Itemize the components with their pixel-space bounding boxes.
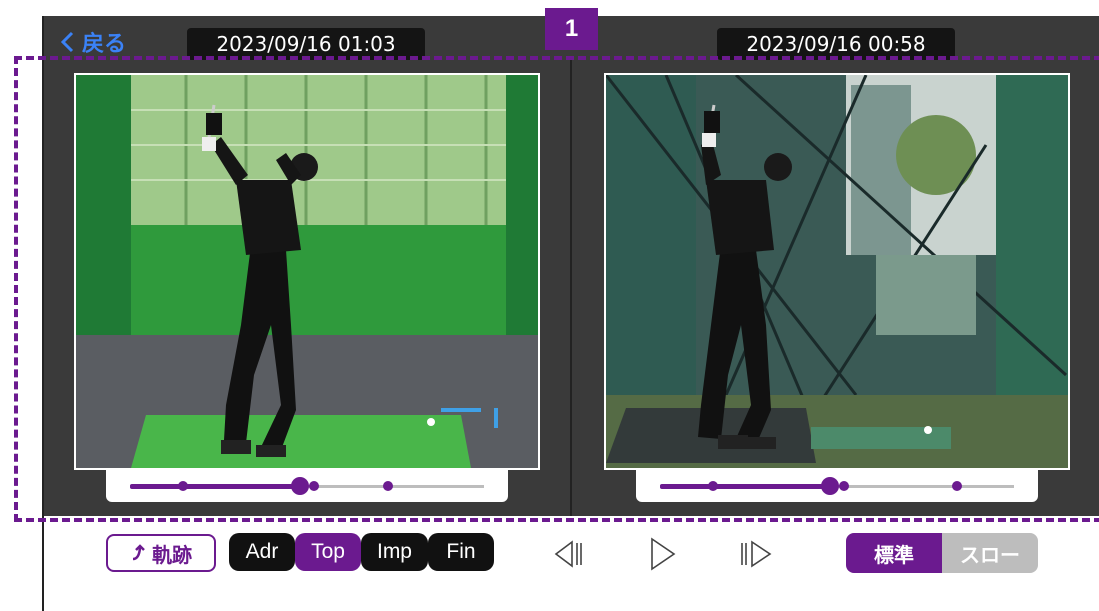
- trajectory-arrow-icon: [132, 544, 145, 561]
- back-label: 戻る: [82, 32, 127, 57]
- annotation-badge: 1: [545, 8, 598, 50]
- timeline-slider-right[interactable]: [636, 470, 1038, 502]
- trajectory-label: 軌跡: [152, 542, 192, 567]
- play-icon[interactable]: [646, 534, 678, 574]
- slider-thumb[interactable]: [820, 477, 839, 495]
- playback-speed-selector: 標準 スロー: [846, 533, 1038, 573]
- phase-button-adr[interactable]: Adr: [229, 533, 295, 571]
- step-forward-icon[interactable]: [738, 534, 778, 574]
- golf-swing-video-indoor: [76, 75, 538, 468]
- chevron-left-icon: [60, 31, 74, 53]
- slider-thumb[interactable]: [290, 477, 309, 495]
- timestamp-right: 2023/09/16 00:58: [717, 28, 955, 60]
- video-right[interactable]: [604, 73, 1070, 470]
- swing-phase-selector: Adr Top Imp Fin: [229, 533, 494, 571]
- slider-marker[interactable]: [383, 481, 394, 491]
- phase-button-fin[interactable]: Fin: [428, 533, 494, 571]
- slider-marker[interactable]: [309, 481, 320, 491]
- slider-marker[interactable]: [178, 481, 189, 491]
- slider-marker[interactable]: [708, 481, 719, 491]
- trajectory-button[interactable]: 軌跡: [106, 534, 216, 572]
- timestamp-left: 2023/09/16 01:03: [187, 28, 425, 60]
- step-back-icon[interactable]: [552, 534, 586, 574]
- panel-divider: [570, 60, 572, 516]
- phase-button-top[interactable]: Top: [295, 533, 361, 571]
- phase-button-imp[interactable]: Imp: [361, 533, 428, 571]
- slider-fill: [130, 484, 300, 489]
- timeline-slider-left[interactable]: [106, 470, 508, 502]
- slider-marker[interactable]: [952, 481, 963, 491]
- speed-normal-button[interactable]: 標準: [846, 533, 942, 573]
- slider-fill: [660, 484, 830, 489]
- slider-marker[interactable]: [839, 481, 850, 491]
- golf-swing-video-outdoor: [606, 75, 1068, 468]
- back-button[interactable]: 戻る: [60, 26, 126, 58]
- speed-slow-button[interactable]: スロー: [942, 533, 1038, 573]
- video-left[interactable]: [74, 73, 540, 470]
